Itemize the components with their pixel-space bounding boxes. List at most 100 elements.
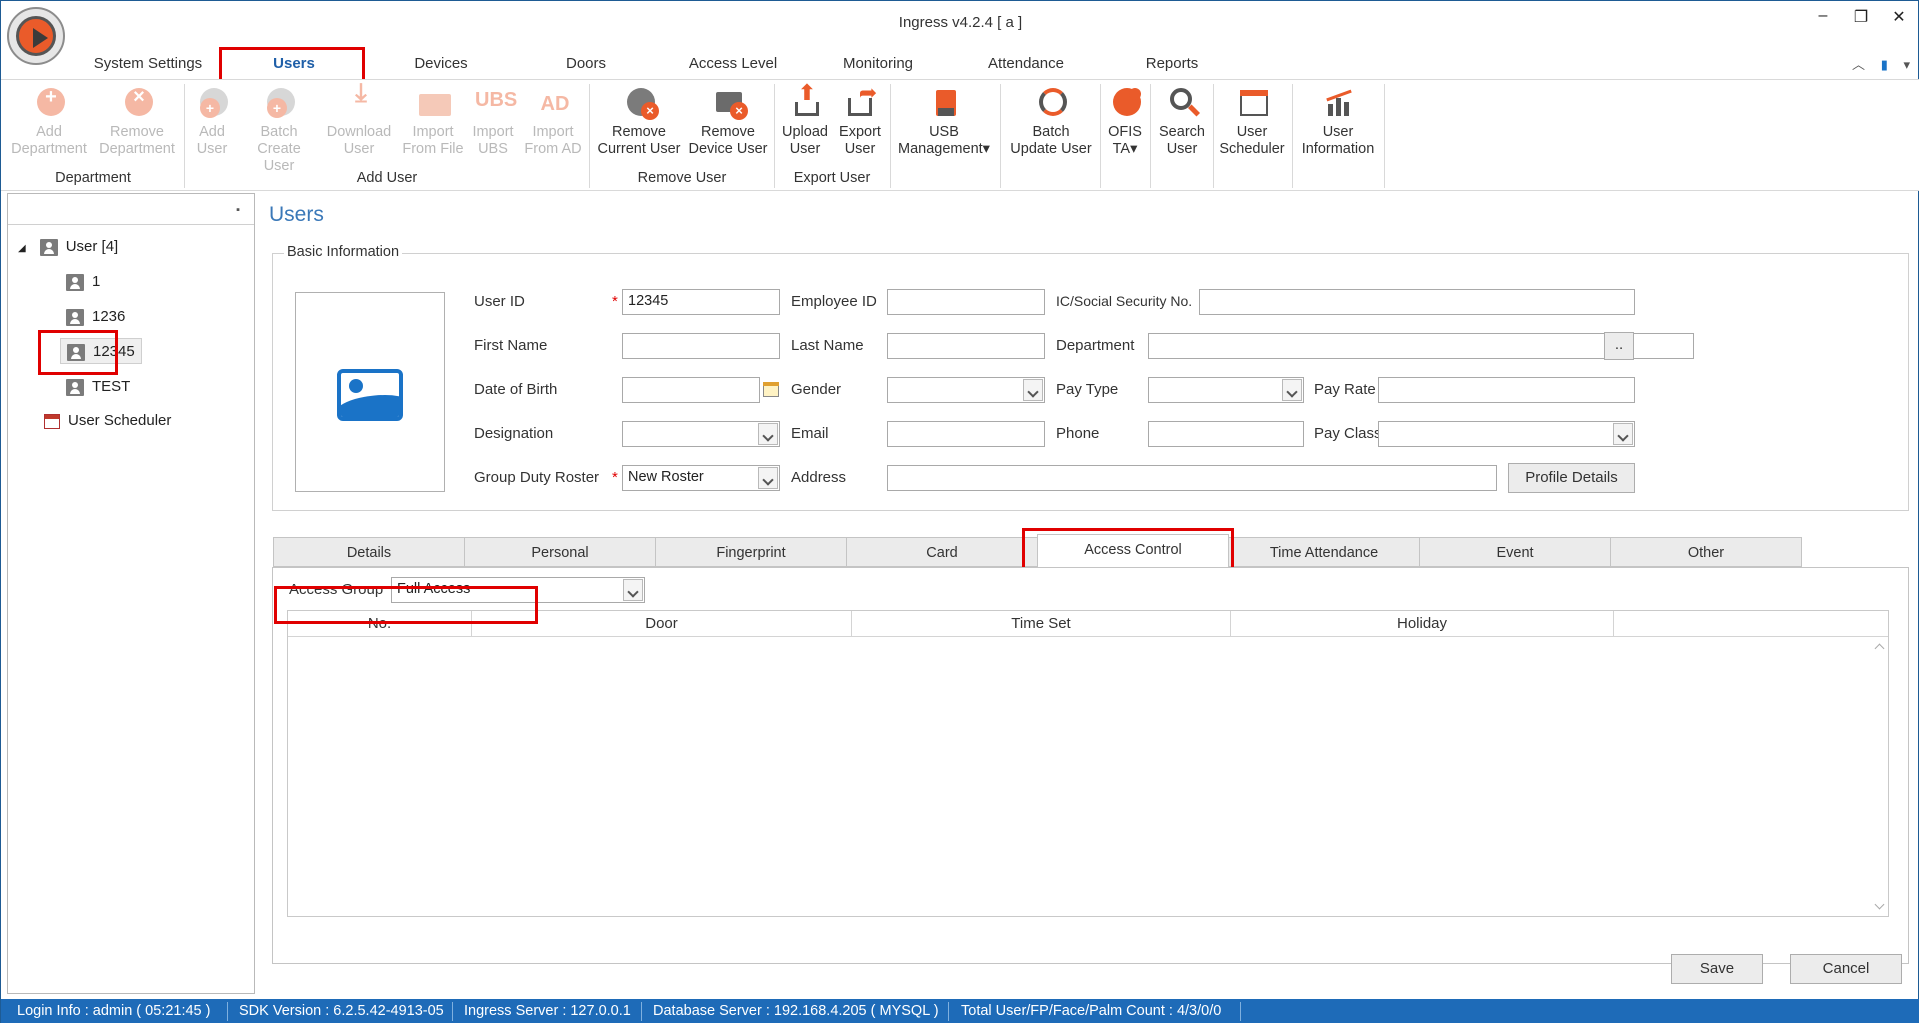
last-name-label: Last Name: [791, 337, 864, 354]
tab-other[interactable]: Other: [1610, 537, 1802, 567]
add-department-button[interactable]: + Add Department: [5, 84, 93, 158]
minimize-icon[interactable]: –: [1809, 7, 1837, 25]
calendar-icon: [1234, 84, 1270, 120]
export-user-button[interactable]: ➦ Export User: [833, 82, 887, 158]
add-user-button[interactable]: + Add User: [187, 84, 237, 158]
tab-access-level[interactable]: Access Level: [683, 55, 783, 72]
ribbon-separator: [1150, 84, 1151, 188]
remove-department-button[interactable]: × Remove Department: [93, 84, 181, 158]
import-ubs-button[interactable]: UBS Import UBS: [467, 84, 519, 158]
import-from-file-button[interactable]: Import From File: [399, 84, 467, 158]
tab-doors[interactable]: Doors: [551, 55, 621, 72]
tree-user-item[interactable]: 1: [66, 269, 100, 295]
required-mark: *: [612, 293, 618, 310]
phone-field[interactable]: [1148, 421, 1304, 447]
user-icon: [66, 273, 84, 291]
phone-label: Phone: [1056, 425, 1100, 442]
user-information-button[interactable]: User Information: [1295, 84, 1381, 158]
close-icon[interactable]: ✕: [1885, 7, 1913, 27]
refresh-icon: [1033, 84, 1069, 120]
tab-system-settings[interactable]: System Settings: [93, 55, 203, 72]
chevron-down-icon[interactable]: [758, 467, 778, 489]
tree-user-scheduler[interactable]: User Scheduler: [44, 408, 171, 434]
profile-details-button[interactable]: Profile Details: [1508, 463, 1635, 493]
remove-current-user-button[interactable]: × Remove Current User: [593, 84, 685, 158]
tab-time-attendance[interactable]: Time Attendance: [1228, 537, 1420, 567]
batch-update-user-button[interactable]: Batch Update User: [1003, 84, 1099, 158]
user-scheduler-button[interactable]: User Scheduler: [1215, 84, 1289, 158]
employee-id-field[interactable]: [887, 289, 1045, 315]
pay-type-select[interactable]: [1148, 377, 1304, 403]
chevron-down-icon[interactable]: [758, 423, 778, 445]
email-field[interactable]: [887, 421, 1045, 447]
date-picker-icon[interactable]: [762, 380, 782, 400]
email-label: Email: [791, 425, 829, 442]
scroll-up-icon[interactable]: [1874, 643, 1885, 654]
save-button[interactable]: Save: [1671, 954, 1763, 984]
tab-devices[interactable]: Devices: [401, 55, 481, 72]
tree-user-item[interactable]: 1236: [66, 304, 125, 330]
batch-user-icon: +: [261, 84, 297, 120]
tab-details[interactable]: Details: [273, 537, 465, 567]
ofis-dropdown-icon: ▾: [1130, 141, 1138, 157]
ribbon-separator: [1384, 84, 1385, 188]
column-header-time-set[interactable]: Time Set: [852, 611, 1231, 637]
tab-fingerprint[interactable]: Fingerprint: [655, 537, 847, 567]
dob-field[interactable]: [622, 377, 760, 403]
grid-scrollbar[interactable]: [1872, 637, 1888, 916]
main-content: Users Basic Information User ID * 12345 …: [261, 193, 1915, 994]
chevron-down-icon[interactable]: [1613, 423, 1633, 445]
collapse-icon[interactable]: ◢: [18, 243, 26, 254]
chart-icon: [1320, 84, 1356, 120]
department-browse-button[interactable]: ..: [1604, 332, 1634, 360]
tab-event[interactable]: Event: [1419, 537, 1611, 567]
last-name-field[interactable]: [887, 333, 1045, 359]
designation-select[interactable]: [622, 421, 780, 447]
address-field[interactable]: [887, 465, 1497, 491]
office-icon[interactable]: ▮: [1881, 57, 1888, 72]
gender-select[interactable]: [887, 377, 1045, 403]
tab-reports[interactable]: Reports: [1137, 55, 1207, 72]
scroll-down-icon[interactable]: [1874, 899, 1885, 910]
user-id-field[interactable]: 12345: [622, 289, 780, 315]
cancel-button[interactable]: Cancel: [1790, 954, 1902, 984]
ic-number-field[interactable]: [1199, 289, 1635, 315]
batch-create-user-button[interactable]: + Batch Create User: [241, 84, 317, 175]
tab-card[interactable]: Card: [846, 537, 1038, 567]
chevron-down-icon[interactable]: [1282, 379, 1302, 401]
remove-device-user-button[interactable]: × Remove Device User: [685, 84, 771, 158]
add-user-icon: +: [194, 84, 230, 120]
tab-personal[interactable]: Personal: [464, 537, 656, 567]
pay-rate-field[interactable]: [1378, 377, 1635, 403]
group-duty-roster-select[interactable]: New Roster: [622, 465, 780, 491]
highlight-selected-user: [38, 330, 118, 375]
tab-attendance[interactable]: Attendance: [981, 55, 1071, 72]
ubs-icon: UBS: [475, 89, 518, 111]
pin-icon[interactable]: ▪: [236, 204, 240, 216]
tab-monitoring[interactable]: Monitoring: [833, 55, 923, 72]
import-from-ad-button[interactable]: AD Import From AD: [521, 84, 585, 158]
first-name-field[interactable]: [622, 333, 780, 359]
chevron-down-icon[interactable]: [623, 579, 643, 601]
upload-user-button[interactable]: ⬆ Upload User: [777, 82, 833, 158]
restore-icon[interactable]: ❐: [1847, 7, 1875, 27]
tree-user-item[interactable]: TEST: [66, 374, 130, 400]
search-user-button[interactable]: Search User: [1153, 84, 1211, 158]
collapse-ribbon-icon[interactable]: ︿: [1852, 57, 1865, 72]
status-database-server: Database Server : 192.168.4.205 ( MYSQL …: [653, 1003, 939, 1019]
dropdown-menu-icon[interactable]: ▾: [1903, 57, 1910, 72]
image-icon: [337, 369, 403, 421]
download-user-button[interactable]: ⤓ Download User: [321, 79, 397, 158]
highlight-access-group: [274, 586, 538, 624]
usb-management-button[interactable]: USB Management▾: [893, 84, 995, 158]
tree-root-users[interactable]: ◢ User [4]: [18, 234, 118, 260]
required-mark: *: [612, 469, 618, 486]
user-photo[interactable]: [295, 292, 445, 492]
group-export-user: Export User: [793, 170, 871, 186]
window-title: Ingress v4.2.4 [ a ]: [898, 14, 1023, 31]
ad-icon: AD: [540, 93, 570, 115]
ofis-ta-button[interactable]: OFIS TA▾: [1103, 84, 1147, 158]
column-header-holiday[interactable]: Holiday: [1231, 611, 1614, 637]
chevron-down-icon[interactable]: [1023, 379, 1043, 401]
pay-class-select[interactable]: [1378, 421, 1635, 447]
